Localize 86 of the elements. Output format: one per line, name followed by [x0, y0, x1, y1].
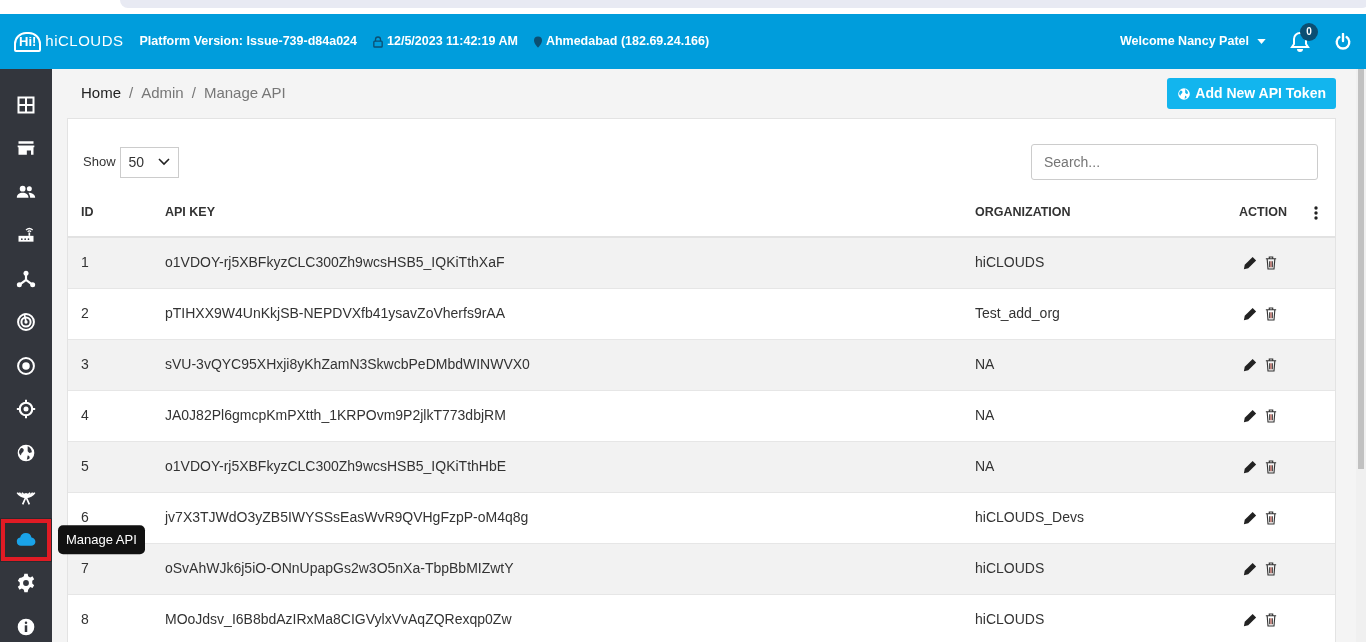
pencil-icon: [1243, 357, 1257, 372]
page-size-select[interactable]: 50: [119, 146, 180, 178]
delete-button[interactable]: [1265, 612, 1277, 627]
location-pin-icon: [533, 35, 542, 48]
table-cell: NA: [974, 441, 1238, 492]
logo-text: hiCLOUDS: [45, 31, 124, 52]
lock-icon: [373, 35, 383, 48]
table-cell: oSvAhWJk6j5iO-ONnUpapGs2w3O5nXa-TbpBbMIZwtY: [164, 543, 974, 594]
table-cell: 3: [68, 339, 164, 390]
delete-button[interactable]: [1265, 306, 1277, 321]
edit-button[interactable]: [1243, 612, 1257, 627]
table-cell: o1VDOY-rj5XBFkyzCLC300Zh9wcsHSB5_IQKiTthHbE: [164, 441, 974, 492]
date-time: 12/5/2023 11:42:19 AM: [387, 33, 518, 51]
edit-button[interactable]: [1243, 408, 1257, 423]
pencil-icon: [1243, 459, 1257, 474]
notification-count-badge: 0: [1300, 22, 1318, 41]
kebab-menu-icon: [1314, 205, 1318, 220]
show-label: Show: [83, 153, 116, 172]
search-field[interactable]: Search...: [1031, 144, 1318, 180]
breadcrumb-link[interactable]: Home: [81, 82, 121, 105]
edit-button[interactable]: [1243, 510, 1257, 525]
power-icon: [1334, 32, 1352, 51]
target-icon: [16, 355, 36, 376]
delete-button[interactable]: [1265, 510, 1277, 525]
platform-version: Platform Version: Issue-739-d84a024: [139, 33, 357, 51]
delete-button[interactable]: [1265, 561, 1277, 576]
logout-button[interactable]: [1334, 32, 1352, 51]
table-cell: 8: [68, 594, 164, 642]
pencil-icon: [1243, 612, 1257, 627]
trash-icon: [1265, 561, 1277, 576]
table-cell: MOoJdsv_I6B8bdAzIRxMa8CIGVylxVvAqZQRexqp0Zw: [164, 594, 974, 642]
tooltip: Manage API: [58, 525, 145, 555]
table-cell: pTIHXX9W4UnKkjSB-NEPDVXfb41ysavZoVherfs9rAA: [164, 288, 974, 339]
trash-icon: [1265, 459, 1277, 474]
table-cell: NA: [974, 390, 1238, 441]
edit-button[interactable]: [1243, 561, 1257, 576]
breadcrumb-link[interactable]: Admin: [141, 82, 184, 105]
pencil-icon: [1243, 510, 1257, 525]
grid-icon: [16, 94, 36, 115]
logo-mark: Hi!: [14, 31, 42, 52]
trash-icon: [1265, 357, 1277, 372]
edit-button[interactable]: [1243, 459, 1257, 474]
pencil-icon: [1243, 255, 1257, 270]
table-cell: Test_add_org: [974, 288, 1238, 339]
crosshair-icon: [16, 399, 36, 420]
trash-icon: [1265, 612, 1277, 627]
radar-icon: [16, 312, 36, 333]
table-cell: hiCLOUDS: [974, 237, 1238, 288]
table-cell: NA: [974, 339, 1238, 390]
table-cell: jv7X3TJWdO3yZB5IWYSSsEasWvR9QVHgFzpP-oM4q8g: [164, 492, 974, 543]
location: Ahmedabad (182.69.24.166): [545, 33, 710, 51]
table-cell: 5: [68, 441, 164, 492]
table-cell: JA0J82Pl6gmcpKmPXtth_1KRPOvm9P2jlkT773dbjRM: [164, 390, 974, 441]
table-cell: 2: [68, 288, 164, 339]
table-cell: hiCLOUDS_Devs: [974, 492, 1238, 543]
network-icon: [16, 268, 36, 289]
caret-icon: [1257, 39, 1266, 44]
gear-icon: [16, 573, 36, 594]
edit-button[interactable]: [1243, 357, 1257, 372]
pencil-icon: [1243, 306, 1257, 321]
delete-button[interactable]: [1265, 408, 1277, 423]
info-icon: [16, 616, 36, 637]
table-cell: hiCLOUDS: [974, 543, 1238, 594]
table-cell: o1VDOY-rj5XBFkyzCLC300Zh9wcsHSB5_IQKiTthXaF: [164, 237, 974, 288]
edit-button[interactable]: [1243, 306, 1257, 321]
pencil-icon: [1243, 561, 1257, 576]
breadcrumb-separator: /: [191, 83, 196, 104]
breadcrumb-current: Manage API: [203, 83, 286, 104]
delete-button[interactable]: [1265, 357, 1277, 372]
table-cell: sVU-3vQYC95XHxji8yKhZamN3SkwcbPeDMbdWINWVX0: [164, 339, 974, 390]
trash-icon: [1265, 408, 1277, 423]
delete-button[interactable]: [1265, 459, 1277, 474]
breadcrumb-separator: /: [129, 83, 134, 104]
scrollbar[interactable]: [1356, 69, 1366, 642]
globe-icon: [16, 442, 36, 463]
trash-icon: [1265, 510, 1277, 525]
trash-icon: [1265, 255, 1277, 270]
delete-button[interactable]: [1265, 255, 1277, 270]
table-cell: 4: [68, 390, 164, 441]
globe-icon: [1177, 86, 1192, 101]
table-cell: 1: [68, 237, 164, 288]
trash-icon: [1265, 306, 1277, 321]
chevron-down-icon: [158, 158, 171, 166]
edit-button[interactable]: [1243, 255, 1257, 270]
table-cell: hiCLOUDS: [974, 594, 1238, 642]
pencil-icon: [1243, 408, 1257, 423]
